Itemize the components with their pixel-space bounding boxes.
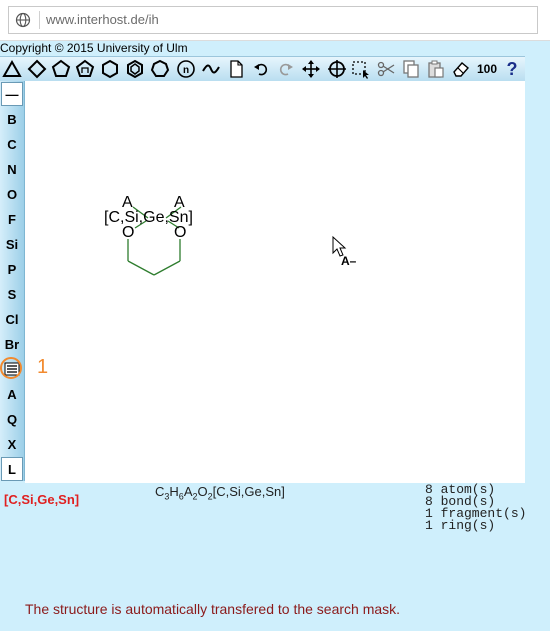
copy-icon[interactable] bbox=[400, 58, 422, 80]
hexagon-ring-icon[interactable] bbox=[99, 58, 121, 80]
structure-stats: 8 atom(s) 8 bond(s) 1 fragment(s) 1 ring… bbox=[425, 483, 526, 533]
chain-icon[interactable] bbox=[200, 58, 222, 80]
url-text[interactable]: www.interhost.de/ih bbox=[46, 12, 159, 27]
sidebar-item-any-atom[interactable]: A bbox=[1, 382, 23, 406]
help-icon[interactable]: ? bbox=[501, 58, 523, 80]
url-field-container[interactable]: www.interhost.de/ih bbox=[8, 6, 538, 34]
aromatic-hexagon-icon[interactable] bbox=[124, 58, 146, 80]
sidebar-item-single-bond[interactable]: — bbox=[1, 82, 23, 106]
eraser-icon[interactable] bbox=[450, 58, 472, 80]
diamond-ring-icon[interactable] bbox=[26, 58, 48, 80]
n-ring-icon[interactable]: n bbox=[175, 58, 197, 80]
new-document-icon[interactable] bbox=[225, 58, 247, 80]
sidebar-item-bromine[interactable]: Br bbox=[1, 332, 23, 356]
bond-c-c1 bbox=[127, 260, 155, 276]
cursor-label: A– bbox=[341, 254, 357, 268]
heptagon-ring-icon[interactable] bbox=[149, 58, 171, 80]
sidebar-item-sulfur[interactable]: S bbox=[1, 282, 23, 306]
triangle-ring-icon[interactable] bbox=[1, 58, 23, 80]
formula-h: H bbox=[169, 484, 179, 499]
formula-rest: [C,Si,Ge,Sn] bbox=[212, 484, 285, 499]
copyright-text: Copyright © 2015 University of Ulm bbox=[0, 41, 188, 55]
zoom-value[interactable]: 100 bbox=[474, 58, 500, 80]
help-text: ? bbox=[506, 58, 518, 79]
formula-c: C bbox=[155, 484, 165, 499]
sidebar-item-halogen[interactable]: X bbox=[1, 432, 23, 456]
redo-icon[interactable] bbox=[275, 58, 297, 80]
select-icon[interactable] bbox=[350, 58, 372, 80]
cut-icon[interactable] bbox=[375, 58, 397, 80]
sidebar-item-oxygen[interactable]: O bbox=[1, 182, 23, 206]
sidebar-item-nitrogen[interactable]: N bbox=[1, 157, 23, 181]
transfer-message: The structure is automatically transfere… bbox=[25, 601, 401, 617]
sidebar-item-carbon[interactable]: C bbox=[1, 132, 23, 156]
ring-count: 1 ring(s) bbox=[425, 518, 496, 533]
svg-text:n: n bbox=[183, 65, 189, 76]
annotation-number: 1 bbox=[37, 356, 49, 378]
paste-icon[interactable] bbox=[425, 58, 447, 80]
sidebar-item-silicon[interactable]: Si bbox=[1, 232, 23, 256]
address-separator bbox=[39, 11, 40, 29]
address-bar: www.interhost.de/ih bbox=[0, 0, 550, 41]
sidebar-item-chlorine[interactable]: Cl bbox=[1, 307, 23, 331]
zoom-text: 100 bbox=[476, 62, 498, 76]
molecular-formula: C3H6A2O2[C,Si,Ge,Sn] bbox=[155, 484, 285, 502]
center-icon[interactable] bbox=[326, 58, 348, 80]
sidebar-item-fluorine[interactable]: F bbox=[1, 207, 23, 231]
sidebar-item-boron[interactable]: B bbox=[1, 107, 23, 131]
sidebar-item-list-mode[interactable]: L bbox=[1, 457, 23, 481]
annotation-circle bbox=[0, 357, 22, 379]
sidebar-item-phosphorus[interactable]: P bbox=[1, 257, 23, 281]
bond-c-c2 bbox=[153, 260, 181, 276]
molecule-drawing: A A [C,Si,Ge,Sn] O O A– bbox=[104, 194, 357, 276]
atom-o2-label: O bbox=[174, 224, 186, 241]
atom-o1-label: O bbox=[122, 224, 134, 241]
aromatic-pentagon-icon[interactable] bbox=[74, 58, 96, 80]
formula-o: O bbox=[197, 484, 208, 499]
pentagon-ring-icon[interactable] bbox=[50, 58, 72, 80]
sidebar-item-heteroatom[interactable]: Q bbox=[1, 407, 23, 431]
move-icon[interactable] bbox=[300, 58, 322, 80]
atom-list-status: [C,Si,Ge,Sn] bbox=[4, 492, 80, 507]
drawing-toolbar: n 100 ? bbox=[0, 56, 525, 82]
element-sidebar: — B C N O F Si P S Cl Br A Q X L bbox=[0, 81, 25, 481]
drawing-canvas[interactable]: A A [C,Si,Ge,Sn] O O A– bbox=[25, 81, 525, 483]
globe-icon bbox=[15, 12, 31, 28]
undo-icon[interactable] bbox=[250, 58, 272, 80]
